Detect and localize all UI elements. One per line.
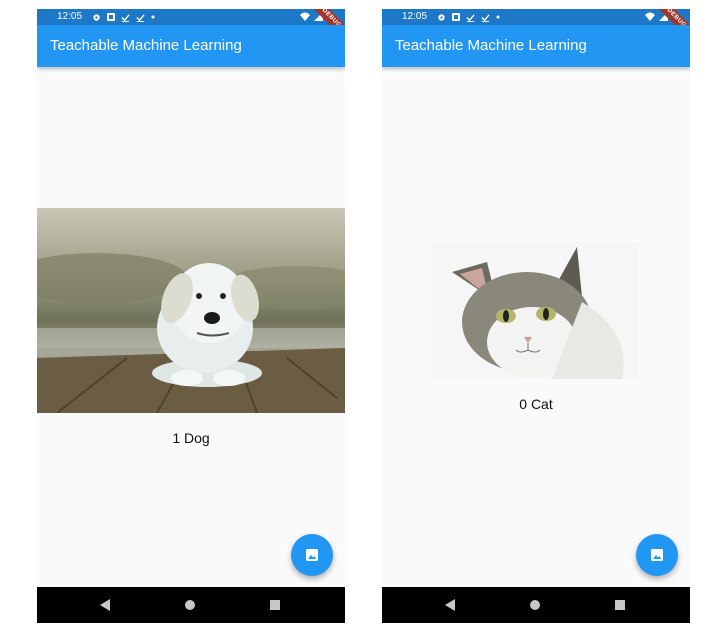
settings-icon xyxy=(93,13,100,21)
dot-icon xyxy=(151,15,155,19)
status-bar: 12:05 DEBUG xyxy=(37,9,345,44)
back-triangle-icon[interactable] xyxy=(100,599,110,611)
wifi-icon xyxy=(645,12,655,21)
navigation-bar xyxy=(382,587,690,623)
wifi-icon xyxy=(300,12,310,21)
cat-photo xyxy=(432,242,639,379)
download-done-icon xyxy=(136,13,145,22)
recents-square-icon[interactable] xyxy=(270,600,280,610)
app-title: Teachable Machine Learning xyxy=(50,37,242,54)
app-notification-icon xyxy=(107,13,115,21)
app-title: Teachable Machine Learning xyxy=(395,37,587,54)
phone-screen-right: 12:05 DEBUG Teachable Machine Learning 0… xyxy=(382,9,690,623)
prediction-label: 1 Dog xyxy=(172,430,210,446)
content-area: 1 Dog xyxy=(37,67,345,587)
image-icon xyxy=(306,549,318,561)
download-done-icon xyxy=(466,13,475,22)
pick-image-button[interactable] xyxy=(636,534,678,576)
home-circle-icon[interactable] xyxy=(530,600,540,610)
status-time: 12:05 xyxy=(402,11,428,22)
home-circle-icon[interactable] xyxy=(185,600,195,610)
image-icon xyxy=(651,549,663,561)
app-notification-icon xyxy=(452,13,460,21)
download-done-icon xyxy=(121,13,130,22)
status-notification-icons xyxy=(92,9,155,25)
phone-screen-left: 12:05 DEBUG Teachable Machine Learning 1… xyxy=(37,9,345,623)
app-bar: Teachable Machine Learning xyxy=(37,25,345,67)
settings-icon xyxy=(438,13,445,21)
dog-photo xyxy=(37,208,345,413)
download-done-icon xyxy=(481,13,490,22)
content-area: 0 Cat xyxy=(382,67,690,587)
status-bar: 12:05 DEBUG xyxy=(382,9,690,44)
dot-icon xyxy=(496,15,500,19)
app-bar: Teachable Machine Learning xyxy=(382,25,690,67)
back-triangle-icon[interactable] xyxy=(445,599,455,611)
navigation-bar xyxy=(37,587,345,623)
status-time: 12:05 xyxy=(57,11,83,22)
prediction-label: 0 Cat xyxy=(519,396,553,412)
recents-square-icon[interactable] xyxy=(615,600,625,610)
status-notification-icons xyxy=(437,9,500,25)
pick-image-button[interactable] xyxy=(291,534,333,576)
